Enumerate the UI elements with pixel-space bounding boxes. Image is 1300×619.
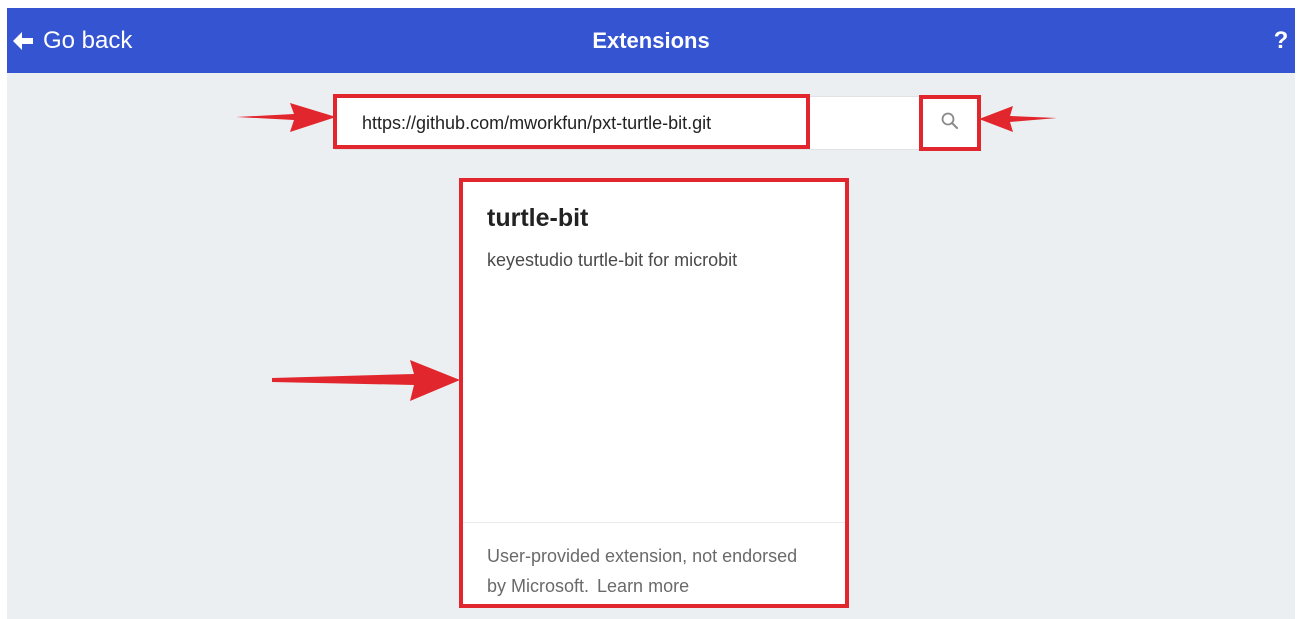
extensions-dialog: Go back Extensions ? turtle-bit keyestud… bbox=[7, 8, 1295, 619]
go-back-button[interactable]: Go back bbox=[11, 8, 132, 73]
extension-card-turtle-bit[interactable]: turtle-bit keyestudio turtle-bit for mic… bbox=[459, 178, 849, 608]
search-input[interactable] bbox=[336, 97, 921, 149]
search-box bbox=[335, 96, 981, 150]
search-button[interactable] bbox=[919, 95, 981, 151]
extension-description: keyestudio turtle-bit for microbit bbox=[487, 250, 738, 270]
learn-more-link[interactable]: Learn more bbox=[597, 576, 689, 596]
help-button[interactable]: ? bbox=[1271, 8, 1291, 73]
arrow-left-icon bbox=[11, 29, 35, 53]
go-back-label: Go back bbox=[43, 26, 133, 54]
header-bar: Go back Extensions ? bbox=[7, 8, 1295, 73]
page-title: Extensions bbox=[592, 28, 710, 53]
extension-footer: User-provided extension, not endorsed by… bbox=[463, 522, 845, 604]
search-icon bbox=[940, 111, 960, 136]
extension-title: turtle-bit bbox=[487, 204, 589, 232]
